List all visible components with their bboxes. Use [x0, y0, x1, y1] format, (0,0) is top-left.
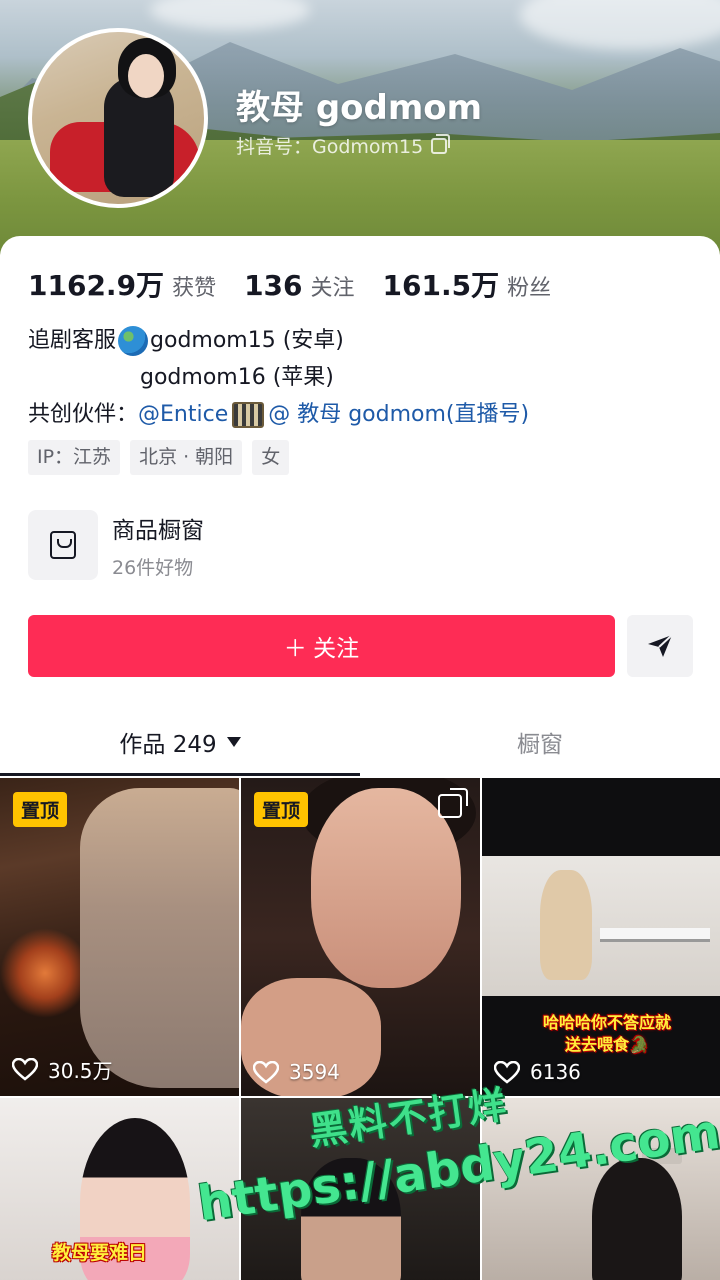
bio-line: godmom16 (苹果) [28, 359, 529, 396]
like-count: 3594 [253, 1060, 340, 1084]
pinned-badge: 置顶 [254, 792, 309, 827]
like-count-text: 6136 [530, 1060, 581, 1084]
video-thumbnail[interactable]: 置顶 30.5万 [0, 778, 239, 1096]
douyin-id-text: 抖音号：Godmom15 [236, 136, 424, 158]
tag-gender: 女 [252, 440, 290, 475]
copy-icon[interactable] [431, 133, 451, 154]
pinned-badge: 置顶 [13, 792, 68, 827]
mention-link-live[interactable]: @ 教母 godmom(直播号) [268, 396, 529, 433]
multi-image-icon [438, 788, 468, 818]
send-icon [648, 634, 673, 657]
tab-works[interactable]: 作品 249 [0, 708, 360, 776]
content-tabs: 作品 249 橱窗 [0, 708, 720, 776]
globe-icon [118, 325, 149, 356]
shopping-bag-icon [50, 531, 76, 559]
tab-label: 橱窗 [517, 732, 563, 758]
douyin-id[interactable]: 抖音号：Godmom15 [236, 132, 451, 159]
tag-ip: IP：江苏 [28, 440, 121, 475]
profile-bio: 追剧客服 godmom15 (安卓) godmom16 (苹果) 共创伙伴： @… [28, 322, 529, 433]
like-count-text: 30.5万 [48, 1059, 113, 1083]
bio-text: godmom15 (安卓) [150, 328, 344, 353]
bio-text: 共创伙伴： [28, 402, 139, 427]
cloud-decoration [150, 0, 310, 30]
bio-line: 追剧客服 godmom15 (安卓) [28, 322, 529, 359]
heart-icon [253, 1060, 279, 1084]
tab-label: 作品 249 [119, 732, 217, 758]
shop-subtitle: 26件好物 [112, 556, 194, 579]
stat-value: 136 [244, 269, 303, 302]
bio-text: godmom16 (苹果) [140, 365, 334, 390]
video-thumbnail[interactable]: 置顶 3594 [241, 778, 480, 1096]
film-icon [232, 401, 265, 428]
profile-name: 教母 godmom [236, 88, 483, 128]
avatar[interactable] [28, 28, 208, 208]
bio-line: 共创伙伴： @Entice @ 教母 godmom(直播号) [28, 396, 529, 433]
stat-value: 161.5万 [382, 269, 500, 302]
bio-text: 追剧客服 [28, 328, 117, 353]
stat-followers[interactable]: 161.5万 粉丝 [383, 264, 552, 304]
stats-row: 1162.9万 获赞 136 关注 161.5万 粉丝 [28, 264, 579, 304]
like-count: 30.5万 [12, 1055, 113, 1084]
shop-icon-box [28, 510, 98, 580]
stat-likes[interactable]: 1162.9万 获赞 [28, 264, 216, 304]
mention-link-entice[interactable]: @Entice [138, 396, 228, 433]
share-button[interactable] [627, 615, 693, 677]
tab-showcase[interactable]: 橱窗 [360, 708, 720, 776]
video-thumbnail[interactable]: 哈哈哈你不答应就 送去喂食🐊 6136 [482, 778, 720, 1096]
caret-down-icon[interactable] [226, 737, 241, 747]
stat-value: 1162.9万 [28, 269, 165, 302]
video-caption: 哈哈哈你不答应就 送去喂食🐊 [542, 1013, 671, 1054]
heart-icon [12, 1058, 38, 1081]
stat-label: 获赞 [172, 276, 217, 301]
shop-title: 商品橱窗 [112, 517, 204, 544]
video-caption: 教母要难日 [52, 1242, 148, 1264]
tag-location: 北京 · 朝阳 [130, 440, 243, 475]
stat-following[interactable]: 136 关注 [244, 269, 354, 302]
profile-tags: IP：江苏 北京 · 朝阳 女 [28, 440, 290, 475]
follow-button[interactable]: ＋ 关注 [28, 615, 615, 677]
stat-label: 关注 [310, 276, 355, 301]
like-count: 6136 [494, 1060, 581, 1084]
like-count-text: 3594 [289, 1060, 340, 1084]
shop-entry[interactable]: 商品橱窗 26件好物 [28, 510, 204, 580]
avatar-image [32, 32, 204, 204]
stat-label: 粉丝 [507, 276, 552, 301]
cloud-decoration [520, 0, 720, 50]
